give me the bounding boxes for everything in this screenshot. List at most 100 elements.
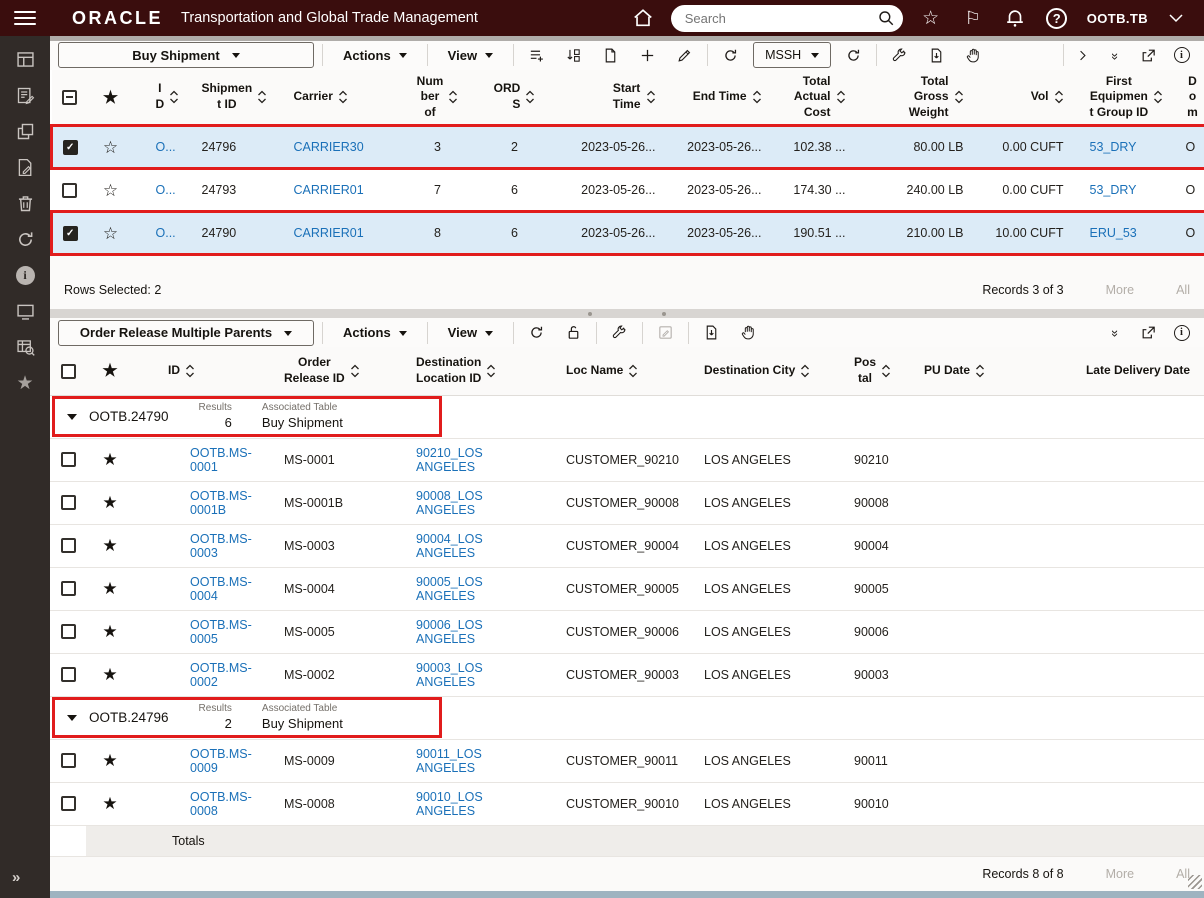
sort-icon[interactable] bbox=[646, 90, 656, 104]
sidebar-item-file-edit[interactable] bbox=[11, 156, 39, 178]
view-menu[interactable]: View bbox=[436, 48, 505, 63]
edit-button-disabled[interactable] bbox=[651, 320, 680, 346]
destination-location-link[interactable]: 90008_LOS ANGELES bbox=[416, 489, 483, 517]
sort-icon[interactable] bbox=[752, 90, 762, 104]
sort-icon[interactable] bbox=[169, 90, 179, 104]
id-link[interactable]: OOTB.MS-0003 bbox=[190, 532, 252, 560]
id-link[interactable]: O... bbox=[156, 226, 176, 240]
row-checkbox[interactable] bbox=[61, 624, 76, 639]
sidebar-item-copy[interactable] bbox=[11, 120, 39, 142]
more-button[interactable]: More bbox=[1106, 283, 1134, 297]
equipment-group-link[interactable]: 53_DRY bbox=[1090, 140, 1137, 154]
add-button[interactable] bbox=[633, 42, 662, 68]
row-checkbox[interactable] bbox=[61, 753, 76, 768]
actions-menu[interactable]: Actions bbox=[331, 48, 419, 63]
result-type-selector[interactable]: Buy Shipment bbox=[58, 42, 314, 68]
sort-icon[interactable] bbox=[954, 90, 964, 104]
favorite-star[interactable]: ★ bbox=[102, 580, 117, 597]
open-in-new-button[interactable] bbox=[1134, 320, 1163, 346]
add-to-list-button[interactable] bbox=[522, 42, 551, 68]
select-all-checkbox[interactable] bbox=[62, 90, 77, 105]
favorite-star[interactable]: ☆ bbox=[103, 182, 118, 199]
sort-icon[interactable] bbox=[486, 364, 496, 378]
settings-button[interactable] bbox=[605, 320, 634, 346]
favorite-star[interactable]: ★ bbox=[102, 623, 117, 640]
id-link[interactable]: OOTB.MS-0009 bbox=[190, 747, 252, 775]
sort-icon[interactable] bbox=[257, 90, 267, 104]
flag-button[interactable]: ⚐ bbox=[959, 4, 987, 32]
view-menu[interactable]: View bbox=[436, 325, 505, 340]
sidebar-item-monitor[interactable] bbox=[11, 300, 39, 322]
carrier-link[interactable]: CARRIER01 bbox=[294, 183, 364, 197]
sidebar-item-delete[interactable] bbox=[11, 192, 39, 214]
destination-location-link[interactable]: 90006_LOS ANGELES bbox=[416, 618, 483, 646]
favorite-star[interactable]: ★ bbox=[102, 752, 117, 769]
sidebar-item-refresh[interactable] bbox=[11, 228, 39, 250]
destination-location-link[interactable]: 90004_LOS ANGELES bbox=[416, 532, 483, 560]
id-link[interactable]: OOTB.MS-0008 bbox=[190, 790, 252, 818]
refresh-button[interactable] bbox=[522, 320, 551, 346]
unlock-button[interactable] bbox=[559, 320, 588, 346]
equipment-group-link[interactable]: 53_DRY bbox=[1090, 183, 1137, 197]
home-button[interactable] bbox=[629, 4, 657, 32]
id-link[interactable]: OOTB.MS-0002 bbox=[190, 661, 252, 689]
row-checkbox[interactable] bbox=[61, 452, 76, 467]
sidebar-expand-button[interactable]: » bbox=[12, 869, 20, 886]
sort-icon[interactable] bbox=[448, 90, 458, 104]
sort-icon[interactable] bbox=[350, 364, 360, 378]
export-button[interactable] bbox=[697, 320, 726, 346]
sidebar-item-favorites[interactable]: ★ bbox=[11, 372, 39, 394]
pan-button[interactable] bbox=[959, 42, 988, 68]
sort-icon[interactable] bbox=[800, 364, 810, 378]
favorite-star[interactable]: ☆ bbox=[103, 139, 118, 156]
edit-button[interactable] bbox=[670, 42, 699, 68]
collapse-group-icon[interactable] bbox=[67, 414, 77, 425]
destination-location-link[interactable]: 90011_LOS ANGELES bbox=[416, 747, 482, 775]
equipment-group-link[interactable]: ERU_53 bbox=[1090, 226, 1137, 240]
new-document-button[interactable] bbox=[596, 42, 625, 68]
panel-splitter[interactable] bbox=[50, 309, 1204, 319]
collapse-all-button[interactable]: » bbox=[1101, 42, 1130, 68]
id-link[interactable]: O... bbox=[156, 140, 176, 154]
row-checkbox[interactable] bbox=[61, 667, 76, 682]
user-menu-chevron[interactable] bbox=[1162, 4, 1190, 32]
destination-location-link[interactable]: 90005_LOS ANGELES bbox=[416, 575, 483, 603]
menu-icon[interactable] bbox=[14, 9, 36, 27]
sort-icon[interactable] bbox=[881, 364, 891, 378]
notifications-button[interactable] bbox=[1001, 4, 1029, 32]
actions-menu[interactable]: Actions bbox=[331, 325, 419, 340]
select-all-checkbox[interactable] bbox=[61, 364, 76, 379]
sidebar-item-info[interactable]: i bbox=[11, 264, 39, 286]
destination-location-link[interactable]: 90003_LOS ANGELES bbox=[416, 661, 483, 689]
sort-icon[interactable] bbox=[1153, 90, 1163, 104]
search-icon[interactable] bbox=[877, 9, 895, 27]
row-checkbox[interactable] bbox=[62, 183, 77, 198]
rerun-query-button[interactable] bbox=[839, 42, 868, 68]
settings-button[interactable] bbox=[885, 42, 914, 68]
refresh-button[interactable] bbox=[716, 42, 745, 68]
global-search[interactable] bbox=[671, 5, 903, 32]
row-checkbox[interactable] bbox=[61, 796, 76, 811]
resize-grip[interactable] bbox=[1188, 875, 1202, 889]
row-checkbox[interactable] bbox=[61, 495, 76, 510]
panel-info-button[interactable]: i bbox=[1167, 320, 1196, 346]
saved-query-selector[interactable]: MSSH bbox=[753, 42, 831, 68]
row-checkbox[interactable] bbox=[61, 581, 76, 596]
favorites-button[interactable]: ☆ bbox=[917, 4, 945, 32]
collapse-all-button[interactable]: » bbox=[1101, 320, 1130, 346]
expand-panel-button[interactable] bbox=[1068, 42, 1097, 68]
sort-icon[interactable] bbox=[836, 90, 846, 104]
apply-sort-button[interactable] bbox=[559, 42, 588, 68]
sort-icon[interactable] bbox=[525, 90, 535, 104]
help-button[interactable]: ? bbox=[1043, 4, 1071, 32]
sidebar-item-form-edit[interactable] bbox=[11, 84, 39, 106]
sort-icon[interactable] bbox=[628, 364, 638, 378]
row-checkbox[interactable] bbox=[61, 538, 76, 553]
sort-icon[interactable] bbox=[1054, 90, 1064, 104]
sort-icon[interactable] bbox=[185, 364, 195, 378]
panel-info-button[interactable]: i bbox=[1167, 42, 1196, 68]
pan-button[interactable] bbox=[734, 320, 763, 346]
destination-location-link[interactable]: 90210_LOS ANGELES bbox=[416, 446, 483, 474]
favorite-star[interactable]: ★ bbox=[102, 537, 117, 554]
row-checkbox[interactable] bbox=[63, 140, 78, 155]
